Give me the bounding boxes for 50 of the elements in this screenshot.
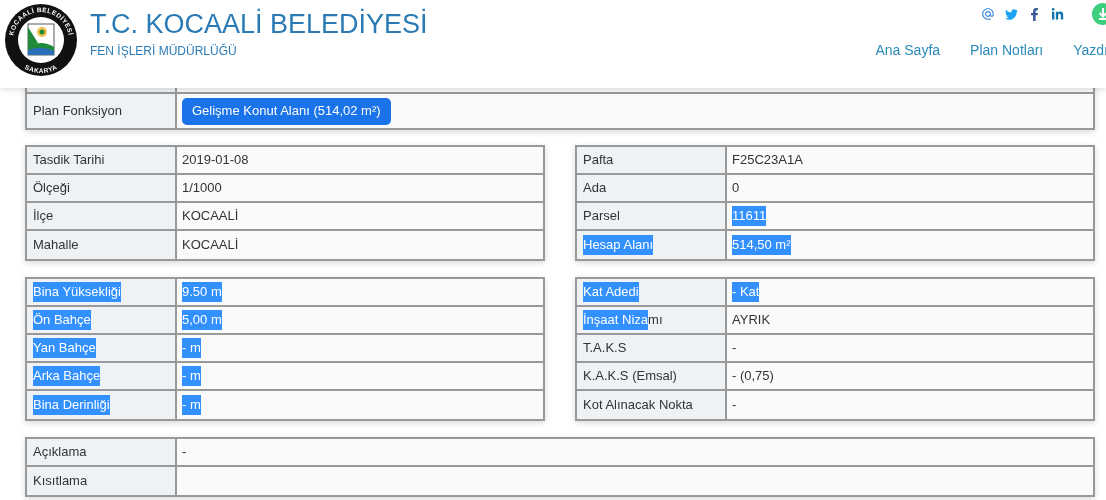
field-label: Arka Bahçe <box>27 363 177 389</box>
field-value: - m <box>177 391 543 419</box>
site-title: T.C. KOCAALİ BELEDİYESİ <box>90 8 428 40</box>
field-label: İlçe <box>27 203 177 229</box>
field-label: Kısıtlama <box>27 467 177 495</box>
field-value: - <box>727 391 1093 419</box>
field-label: Hesap Alanı <box>577 231 727 259</box>
field-label: Ön Bahçe <box>27 307 177 333</box>
nav-link[interactable]: Ana Sayfa <box>875 40 941 61</box>
field-value: - (0,75) <box>727 363 1093 389</box>
nav-link[interactable]: Plan Notları <box>970 40 1044 61</box>
field-label: Plan Fonksiyon <box>27 94 177 128</box>
field-label: Yan Bahçe <box>27 335 177 361</box>
field-value: AYRIK <box>727 307 1093 333</box>
field-value: 514,50 m² <box>727 231 1093 259</box>
email-icon[interactable] <box>981 7 995 21</box>
field-value: F25C23A1A <box>727 147 1093 173</box>
field-value: - <box>177 439 1093 465</box>
plan-function-button[interactable]: Gelişme Konut Alanı (514,02 m²) <box>182 97 391 125</box>
field-value: 9.50 m <box>177 279 543 305</box>
field-label: Tasdik Tarihi <box>27 147 177 173</box>
field-value: 0 <box>727 175 1093 201</box>
field-label: T.A.K.S <box>577 335 727 361</box>
field-label: Bina Yüksekliği <box>27 279 177 305</box>
linkedin-icon[interactable] <box>1051 7 1064 21</box>
field-value: 1/1000 <box>177 175 543 201</box>
field-label: Kat Adedi <box>577 279 727 305</box>
facebook-icon[interactable] <box>1028 7 1041 21</box>
field-label: Pafta <box>577 147 727 173</box>
field-value: 5,00 m <box>177 307 543 333</box>
field-value: - m <box>177 363 543 389</box>
field-label: K.A.K.S (Emsal) <box>577 363 727 389</box>
field-value: - <box>727 335 1093 361</box>
field-value: - m <box>177 335 543 361</box>
field-value: - Kat <box>727 279 1093 305</box>
field-label: Kot Alınacak Nokta <box>577 391 727 419</box>
field-label: Ölçeği <box>27 175 177 201</box>
nav-link[interactable]: Yazdı <box>1073 40 1106 61</box>
field-value: KOCAALİ <box>177 231 543 259</box>
field-label: İnşaat Nizamı <box>577 307 727 333</box>
field-label: Ada <box>577 175 727 201</box>
twitter-icon[interactable] <box>1005 7 1018 21</box>
field-label: Açıklama <box>27 439 177 465</box>
field-value: KOCAALİ <box>177 203 543 229</box>
field-value: 11611 <box>727 203 1093 229</box>
field-label: Bina Derinliği <box>27 391 177 419</box>
field-label: Mahalle <box>27 231 177 259</box>
field-label: Parsel <box>577 203 727 229</box>
site-subtitle: FEN İŞLERİ MÜDÜRLÜĞÜ <box>90 42 238 60</box>
field-value: 2019-01-08 <box>177 147 543 173</box>
